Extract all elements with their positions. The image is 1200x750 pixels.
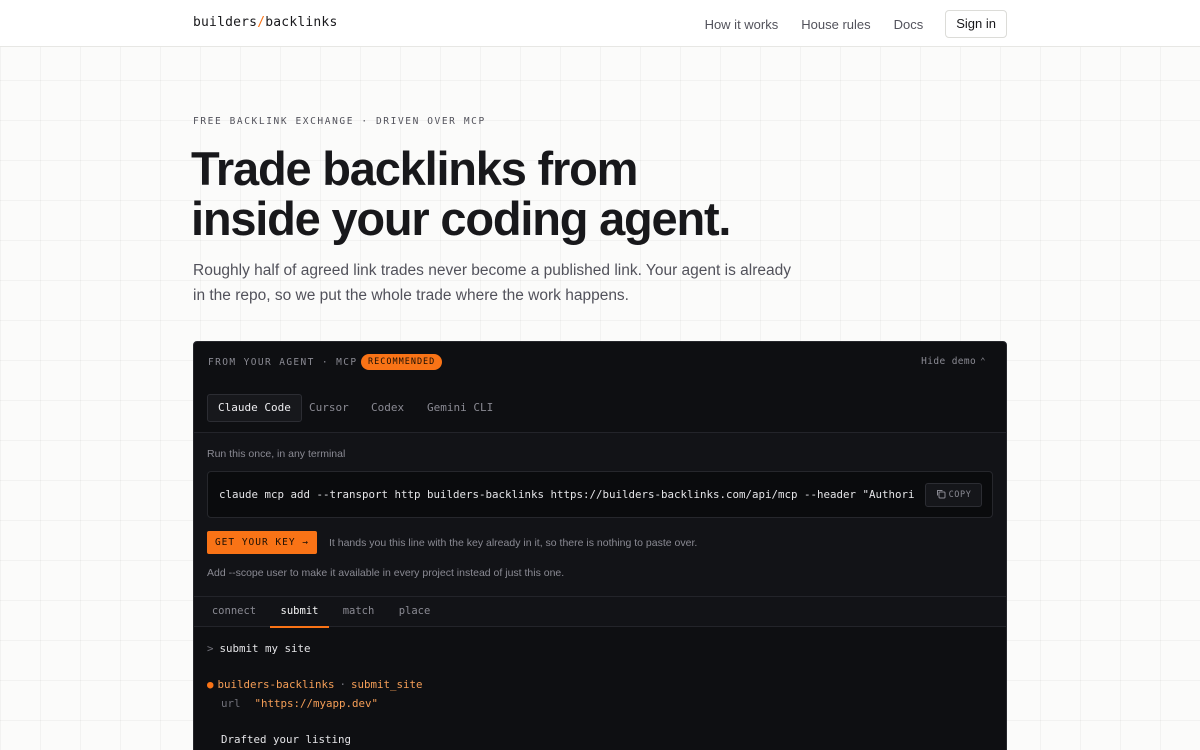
nav-link-docs[interactable]: Docs [894, 11, 924, 38]
tab-place[interactable]: place [390, 597, 439, 628]
hero-subhead: Roughly half of agreed link trades never… [193, 262, 791, 304]
tab-connect[interactable]: connect [202, 597, 266, 628]
key-note: It hands you this line with the key alre… [329, 537, 698, 549]
tab-codex[interactable]: Codex [361, 394, 414, 422]
client-tabs: Claude Code Cursor Codex Gemini CLI [194, 382, 1006, 433]
brand-logo[interactable]: builders/backlinks [193, 15, 338, 30]
user-message: submit my site [219, 642, 311, 655]
chevron-up-icon: ⌃ [980, 357, 986, 367]
tool-call-line: ● builders-backlinks · submit_site [207, 678, 423, 691]
tab-cursor[interactable]: Cursor [299, 394, 359, 422]
brand-name-part1: builders [193, 15, 258, 30]
tab-gemini-cli[interactable]: Gemini CLI [417, 394, 503, 422]
flow-tabs: connect submit match place [194, 596, 1006, 628]
demo-panel-label: FROM YOUR AGENT · MCP [208, 357, 358, 368]
param-key: url [221, 697, 241, 710]
user-message-line: > submit my site [207, 642, 311, 655]
demo-panel-header: FROM YOUR AGENT · MCP RECOMMENDED Hide d… [194, 342, 1006, 382]
hero-headline: Trade backlinks from inside your coding … [191, 144, 971, 244]
nav-link-house-rules[interactable]: House rules [801, 11, 870, 38]
tool-server: builders-backlinks [217, 678, 335, 691]
tab-submit[interactable]: submit [270, 597, 329, 628]
brand-name-part2: backlinks [265, 15, 338, 30]
run-instruction: Run this once, in any terminal [207, 448, 346, 460]
copy-button[interactable]: COPY [925, 483, 982, 507]
sign-in-button[interactable]: Sign in [945, 10, 1007, 38]
main-nav: How it works House rules Docs Sign in [682, 10, 1007, 38]
hide-demo-toggle[interactable]: Hide demo ⌃ [921, 356, 986, 367]
tool-name: submit_site [351, 678, 423, 691]
command-box: claude mcp add --transport http builders… [207, 471, 993, 518]
tab-match[interactable]: match [334, 597, 383, 628]
get-key-button[interactable]: GET YOUR KEY → [207, 531, 317, 554]
scope-note: Add --scope user to make it available in… [207, 567, 565, 579]
status-dot-icon: ● [207, 678, 214, 691]
hide-demo-label: Hide demo [921, 356, 977, 367]
recommended-badge: RECOMMENDED [361, 354, 443, 370]
tool-separator: · [339, 678, 347, 691]
tab-claude-code[interactable]: Claude Code [207, 394, 302, 422]
copy-icon [936, 490, 946, 499]
headline-line-2: inside your coding agent. [191, 192, 731, 245]
copy-label: COPY [948, 490, 972, 500]
tool-param-line: url "https://myapp.dev" [221, 697, 378, 710]
headline-line-1: Trade backlinks from [191, 142, 638, 195]
param-value: "https://myapp.dev" [254, 697, 379, 710]
result-message: Drafted your listing [221, 733, 352, 746]
nav-link-how-it-works[interactable]: How it works [705, 11, 779, 38]
install-section: Run this once, in any terminal claude mc… [194, 433, 1006, 596]
agent-demo-panel: FROM YOUR AGENT · MCP RECOMMENDED Hide d… [193, 341, 1007, 750]
top-navbar: builders/backlinks How it works House ru… [0, 0, 1200, 47]
hero-eyebrow: FREE BACKLINK EXCHANGE · DRIVEN OVER MCP [193, 116, 486, 127]
prompt-symbol: > [207, 642, 214, 655]
install-command[interactable]: claude mcp add --transport http builders… [219, 488, 915, 501]
